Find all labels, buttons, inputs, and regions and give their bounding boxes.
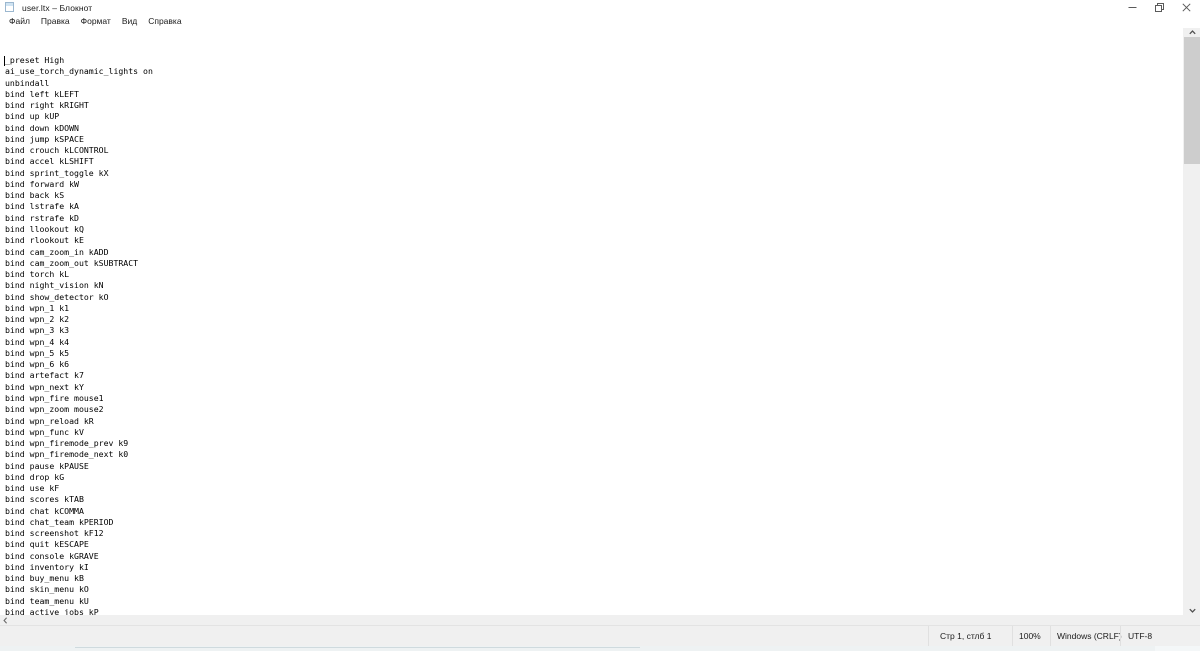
- text-editor[interactable]: _preset High ai_use_torch_dynamic_lights …: [0, 28, 1183, 615]
- vertical-scrollbar[interactable]: [1183, 28, 1200, 615]
- text-line: bind jump kSPACE: [5, 133, 84, 144]
- text-line: bind back kS: [5, 190, 65, 201]
- menu-item-help[interactable]: Справка: [143, 15, 187, 28]
- text-line: bind wpn_3 k3: [5, 325, 70, 336]
- menu-item-format[interactable]: Формат: [76, 15, 117, 28]
- text-line: bind night_vision kN: [5, 280, 104, 291]
- text-line: bind forward kW: [5, 178, 79, 189]
- close-icon[interactable]: [1173, 0, 1200, 15]
- window-controls: [1119, 0, 1200, 15]
- text-line: unbindall: [5, 77, 50, 88]
- text-line: bind skin_menu kO: [5, 584, 89, 595]
- text-line: bind console kGRAVE: [5, 550, 99, 561]
- title-bar[interactable]: user.ltx – Блокнот: [0, 0, 1200, 15]
- taskbar-tray-edge: [1155, 646, 1200, 651]
- text-line: bind left kLEFT: [5, 88, 79, 99]
- text-line: bind pause kPAUSE: [5, 460, 89, 471]
- text-line: ai_use_torch_dynamic_lights on: [5, 66, 153, 77]
- text-line: bind scores kTAB: [5, 494, 84, 505]
- text-line: bind torch kL: [5, 269, 70, 280]
- text-line: bind screenshot kF12: [5, 528, 104, 539]
- horizontal-scrollbar[interactable]: [0, 615, 1183, 625]
- text-line: bind wpn_5 k5: [5, 347, 70, 358]
- text-line: bind drop kG: [5, 471, 65, 482]
- text-line: bind wpn_reload kR: [5, 415, 94, 426]
- notepad-document-icon: [5, 2, 16, 13]
- text-line: bind right kRIGHT: [5, 100, 89, 111]
- text-line: bind sprint_toggle kX: [5, 167, 109, 178]
- text-line: bind crouch kLCONTROL: [5, 145, 109, 156]
- text-line: bind team_menu kU: [5, 595, 89, 606]
- vertical-scrollbar-thumb[interactable]: [1184, 37, 1200, 164]
- chevron-down-icon[interactable]: [1184, 606, 1200, 615]
- text-line: _preset High: [5, 55, 65, 65]
- menu-bar: Файл Правка Формат Вид Справка: [0, 15, 1200, 28]
- text-line: bind show_detector kO: [5, 291, 109, 302]
- text-line: bind wpn_func kV: [5, 426, 84, 437]
- text-line: bind wpn_1 k1: [5, 302, 70, 313]
- text-line: bind wpn_next kY: [5, 381, 84, 392]
- chevron-left-icon[interactable]: [0, 615, 10, 625]
- text-line: bind wpn_6 k6: [5, 359, 70, 370]
- text-line: bind down kDOWN: [5, 122, 79, 133]
- chevron-up-icon[interactable]: [1184, 28, 1200, 37]
- text-line: bind accel kLSHIFT: [5, 156, 94, 167]
- text-line: bind artefact k7: [5, 370, 84, 381]
- status-cursor-position[interactable]: Стр 1, стлб 1: [928, 626, 1012, 646]
- text-line: bind inventory kI: [5, 561, 89, 572]
- text-line: bind buy_menu kB: [5, 573, 84, 584]
- text-line: bind lstrafe kA: [5, 201, 79, 212]
- menu-item-edit[interactable]: Правка: [36, 15, 76, 28]
- restore-icon[interactable]: [1146, 0, 1173, 15]
- text-line: bind wpn_4 k4: [5, 336, 70, 347]
- text-line: bind wpn_zoom mouse2: [5, 404, 104, 415]
- text-line: bind active_jobs kP: [5, 607, 99, 615]
- minimize-icon[interactable]: [1119, 0, 1146, 15]
- text-line: bind up kUP: [5, 111, 60, 122]
- text-line: bind wpn_2 k2: [5, 314, 70, 325]
- text-line: bind cam_zoom_in kADD: [5, 246, 109, 257]
- text-line: bind wpn_fire mouse1: [5, 392, 104, 403]
- text-line: bind cam_zoom_out kSUBTRACT: [5, 257, 139, 268]
- status-bar: Стр 1, стлб 1 100% Windows (CRLF) UTF-8: [0, 625, 1200, 646]
- text-content: _preset High ai_use_torch_dynamic_lights …: [5, 55, 153, 615]
- status-line-ending[interactable]: Windows (CRLF): [1050, 626, 1122, 646]
- text-line: bind rlookout kE: [5, 235, 84, 246]
- status-encoding[interactable]: UTF-8: [1120, 626, 1200, 646]
- status-zoom-level[interactable]: 100%: [1012, 626, 1050, 646]
- menu-item-file[interactable]: Файл: [4, 15, 36, 28]
- text-line: bind use kF: [5, 483, 60, 494]
- editor-region: _preset High ai_use_torch_dynamic_lights …: [0, 28, 1200, 625]
- text-line: bind llookout kQ: [5, 223, 84, 234]
- menu-item-view[interactable]: Вид: [117, 15, 143, 28]
- text-line: bind chat_team kPERIOD: [5, 516, 114, 527]
- taskbar-edge: [75, 647, 640, 648]
- notepad-window: user.ltx – Блокнот Файл Правка Формат Ви…: [0, 0, 1200, 646]
- text-line: bind rstrafe kD: [5, 212, 79, 223]
- scrollbar-corner: [1183, 615, 1200, 625]
- text-line: bind wpn_firemode_prev k9: [5, 438, 129, 449]
- text-line: bind quit kESCAPE: [5, 539, 89, 550]
- text-line: bind wpn_firemode_next k0: [5, 449, 129, 460]
- text-line: bind chat kCOMMA: [5, 505, 84, 516]
- window-title: user.ltx – Блокнот: [22, 2, 93, 13]
